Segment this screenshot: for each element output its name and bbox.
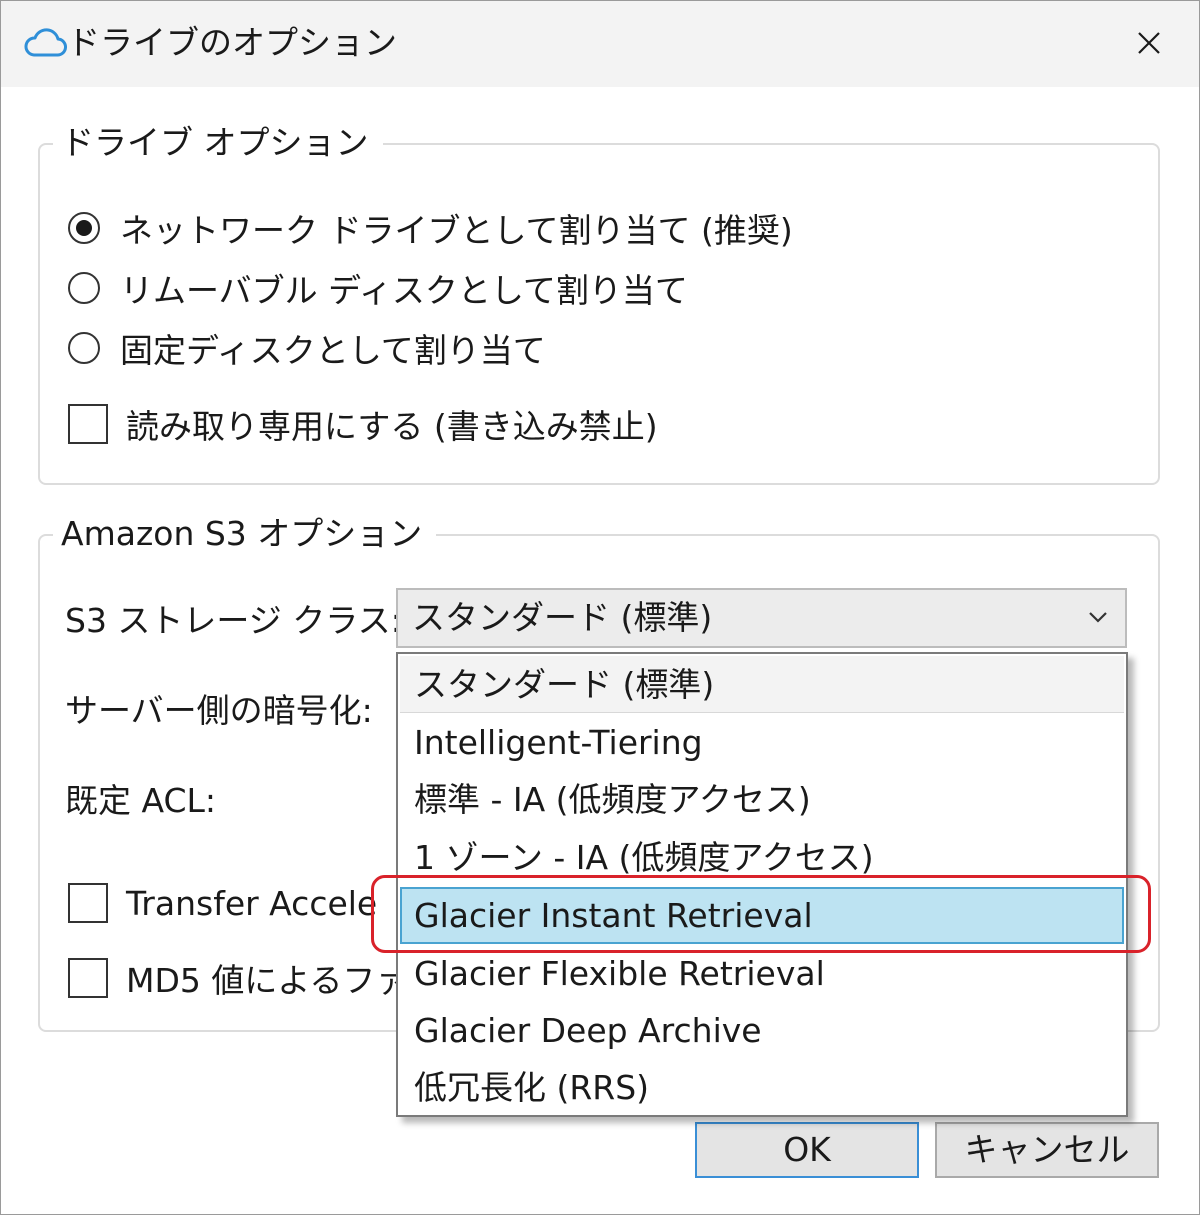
- radio-indicator: [68, 272, 100, 304]
- drive-options-legend: ドライブ オプション: [53, 121, 383, 165]
- encryption-label: サーバー側の暗号化:: [65, 691, 373, 730]
- radio-removable-disk[interactable]: リムーバブル ディスクとして割り当て: [68, 266, 688, 310]
- md5-label: MD5 値によるファイ: [126, 961, 442, 1000]
- acl-label: 既定 ACL:: [65, 781, 217, 820]
- close-icon: [1138, 32, 1160, 54]
- window-title: ドライブのオプション: [67, 23, 397, 62]
- title-bar: ドライブのオプション: [1, 1, 1199, 87]
- checkbox-box: [68, 404, 108, 444]
- radio-indicator: [68, 332, 100, 364]
- radio-indicator: [68, 212, 100, 244]
- ok-button[interactable]: OK: [695, 1122, 919, 1178]
- storage-class-value: スタンダード (標準): [412, 598, 713, 637]
- dropdown-option-glacier-deep-archive[interactable]: Glacier Deep Archive: [400, 1002, 1124, 1059]
- s3-options-legend: Amazon S3 オプション: [53, 512, 437, 556]
- radio-fixed-disk-label: 固定ディスクとして割り当て: [120, 331, 546, 370]
- dropdown-option-standard[interactable]: スタンダード (標準): [400, 656, 1124, 713]
- drive-options-dialog: ドライブのオプション ドライブ オプション ネットワーク ドライブとして割り当て…: [0, 0, 1200, 1215]
- dropdown-option-one-zone-ia[interactable]: 1 ゾーン - IA (低頻度アクセス): [400, 829, 1124, 886]
- radio-selected-dot: [76, 220, 92, 236]
- radio-fixed-disk[interactable]: 固定ディスクとして割り当て: [68, 326, 546, 370]
- cancel-button[interactable]: キャンセル: [935, 1122, 1159, 1178]
- transfer-acceleration-checkbox[interactable]: Transfer Accele: [68, 881, 377, 925]
- readonly-checkbox-label: 読み取り専用にする (書き込み禁止): [126, 407, 658, 446]
- dropdown-option-rrs[interactable]: 低冗長化 (RRS): [400, 1059, 1124, 1116]
- dropdown-option-standard-ia[interactable]: 標準 - IA (低頻度アクセス): [400, 771, 1124, 828]
- dropdown-option-glacier-instant[interactable]: Glacier Instant Retrieval: [400, 887, 1124, 944]
- close-button[interactable]: [1125, 21, 1173, 65]
- chevron-down-icon: [1089, 612, 1107, 623]
- transfer-acceleration-label: Transfer Accele: [126, 883, 378, 923]
- checkbox-box: [68, 958, 108, 998]
- radio-network-drive[interactable]: ネットワーク ドライブとして割り当て (推奨): [68, 206, 793, 250]
- dropdown-option-glacier-flexible[interactable]: Glacier Flexible Retrieval: [400, 945, 1124, 1002]
- storage-class-label: S3 ストレージ クラス:: [65, 601, 402, 640]
- storage-class-dropdown: スタンダード (標準) Intelligent-Tiering 標準 - IA …: [396, 652, 1128, 1117]
- storage-class-select[interactable]: スタンダード (標準): [396, 588, 1127, 648]
- checkbox-box: [68, 883, 108, 923]
- readonly-checkbox[interactable]: 読み取り専用にする (書き込み禁止): [68, 402, 658, 446]
- radio-removable-disk-label: リムーバブル ディスクとして割り当て: [120, 271, 688, 310]
- md5-checkbox[interactable]: MD5 値によるファイ: [68, 956, 441, 1000]
- cloud-icon: [24, 28, 67, 57]
- dropdown-option-intelligent-tiering[interactable]: Intelligent-Tiering: [400, 714, 1124, 771]
- radio-network-drive-label: ネットワーク ドライブとして割り当て (推奨): [120, 211, 793, 250]
